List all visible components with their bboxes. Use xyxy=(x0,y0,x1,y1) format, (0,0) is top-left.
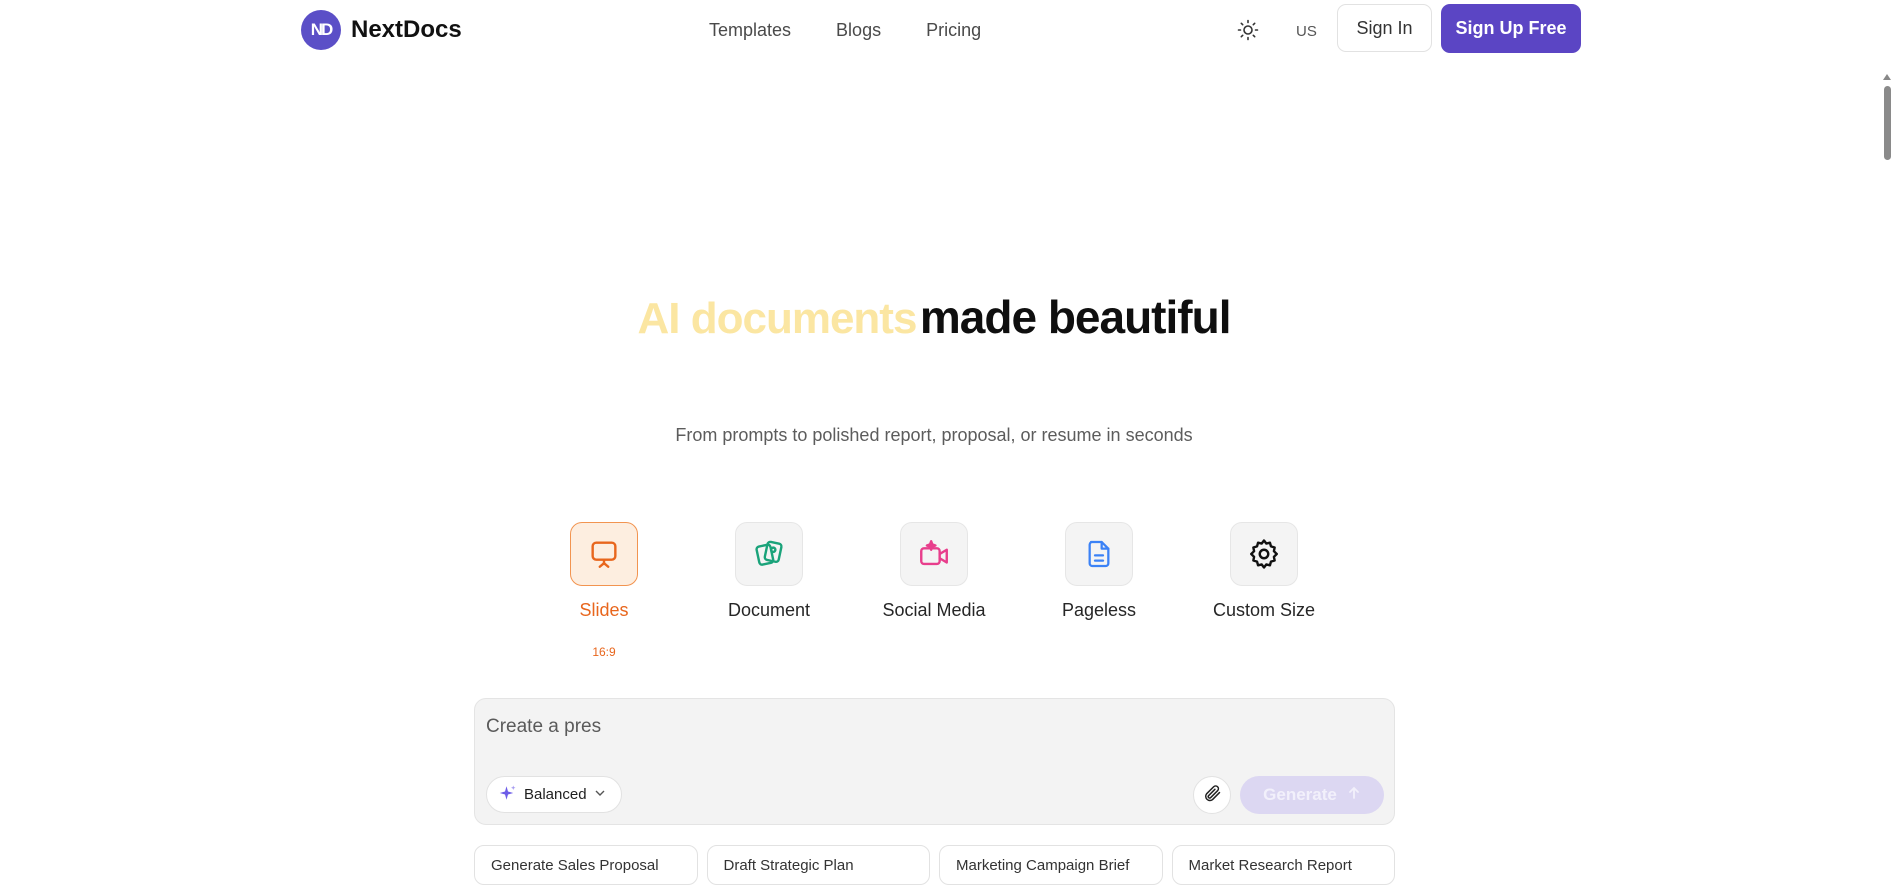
type-label: Custom Size xyxy=(1212,600,1316,620)
chevron-down-icon xyxy=(594,786,606,803)
scrollbar-thumb[interactable] xyxy=(1884,86,1891,160)
type-label: Social Media xyxy=(882,600,986,620)
arrow-up-icon xyxy=(1347,785,1361,805)
suggestion-chips: Generate Sales Proposal Draft Strategic … xyxy=(474,845,1395,885)
video-sparkle-icon xyxy=(900,522,968,586)
paperclip-icon xyxy=(1202,783,1222,808)
suggestion-chip[interactable]: Draft Strategic Plan xyxy=(706,845,930,885)
type-social-media[interactable]: Social Media xyxy=(859,522,1009,621)
hero-title-main: made beautiful xyxy=(919,291,1232,343)
suggestion-chip[interactable]: Generate Sales Proposal xyxy=(474,845,698,885)
gear-icon xyxy=(1230,522,1298,586)
type-slides[interactable]: Slides xyxy=(529,522,679,621)
type-pageless[interactable]: Pageless xyxy=(1024,522,1174,621)
sign-in-button[interactable]: Sign In xyxy=(1337,4,1432,52)
generate-button[interactable]: Generate xyxy=(1240,776,1384,814)
suggestion-chip[interactable]: Market Research Report xyxy=(1171,845,1395,885)
nav-templates[interactable]: Templates xyxy=(709,20,791,41)
suggestion-chip[interactable]: Marketing Campaign Brief xyxy=(939,845,1163,885)
prompt-box[interactable]: Create a pres Balanced Generate xyxy=(474,698,1395,825)
scroll-up-arrow[interactable] xyxy=(1883,74,1891,80)
type-label: Document xyxy=(727,600,811,620)
logo-mark: ND xyxy=(301,10,341,50)
generate-label: Generate xyxy=(1263,785,1337,804)
file-text-icon xyxy=(1065,522,1133,586)
main-nav: Templates Blogs Pricing xyxy=(709,20,981,41)
sun-icon[interactable] xyxy=(1236,18,1260,42)
top-header: ND NextDocs Templates Blogs Pricing US S… xyxy=(0,0,1892,62)
type-label: Slides xyxy=(579,600,629,620)
type-custom-size[interactable]: Custom Size xyxy=(1189,522,1339,621)
nav-pricing[interactable]: Pricing xyxy=(926,20,981,41)
locale-selector[interactable]: US xyxy=(1296,23,1317,40)
attach-button[interactable] xyxy=(1193,776,1231,814)
type-document[interactable]: Document xyxy=(694,522,844,621)
prompt-input[interactable]: Create a pres xyxy=(486,716,601,738)
hero-title-highlight: AI documents xyxy=(637,294,918,343)
sparkle-icon xyxy=(499,784,517,806)
type-label: Pageless xyxy=(1061,600,1137,620)
nav-blogs[interactable]: Blogs xyxy=(836,20,881,41)
mode-dropdown[interactable]: Balanced xyxy=(486,776,622,813)
presentation-icon xyxy=(570,522,638,586)
hero-title: AI documents made beautiful xyxy=(0,290,1868,344)
mode-label: Balanced xyxy=(524,786,587,803)
brand-name: NextDocs xyxy=(351,16,462,43)
document-cards-icon xyxy=(735,522,803,586)
sign-up-button[interactable]: Sign Up Free xyxy=(1441,4,1581,53)
hero-subtitle: From prompts to polished report, proposa… xyxy=(675,425,1193,445)
logo[interactable]: ND NextDocs xyxy=(301,10,462,50)
aspect-ratio-label[interactable]: 16:9 xyxy=(579,645,629,659)
